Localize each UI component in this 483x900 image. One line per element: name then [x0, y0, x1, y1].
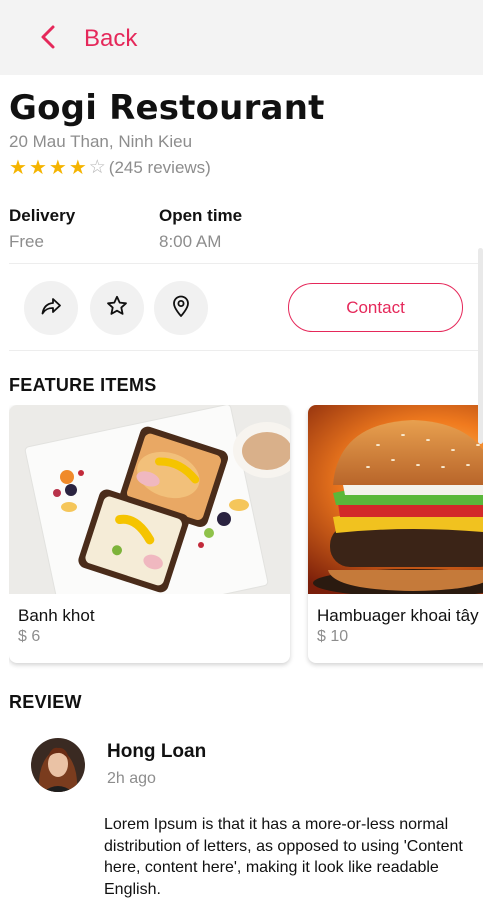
- delivery-label: Delivery: [9, 206, 76, 225]
- star-filled-icon: ★: [9, 157, 27, 179]
- star-filled-icon: ★: [68, 157, 87, 179]
- divider: [9, 350, 483, 351]
- feature-item-name: Hambuager khoai tây: [317, 606, 479, 625]
- avatar: [31, 738, 85, 792]
- feature-items-heading: FEATURE ITEMS: [9, 375, 157, 395]
- feature-item-price: $ 6: [18, 628, 41, 645]
- delivery-value: Free: [9, 232, 44, 251]
- divider: [9, 263, 483, 264]
- open-time-info: Open time 8:00 AM: [159, 206, 242, 252]
- top-bar: Back: [0, 0, 483, 75]
- review-text: Lorem Ipsum is that it has a more-or-les…: [104, 816, 463, 898]
- feature-item-name: Banh khot: [18, 606, 95, 625]
- banh-khot-image: [9, 405, 290, 594]
- restaurant-name: Gogi Restourant: [9, 88, 325, 128]
- back-label: Back: [84, 25, 138, 52]
- scrollbar[interactable]: [478, 248, 483, 444]
- star-filled-icon: ★: [28, 157, 47, 179]
- restaurant-address: 20 Mau Than, Ninh Kieu: [9, 132, 193, 151]
- star-empty-icon: ☆: [88, 157, 106, 178]
- feature-item-card[interactable]: Banh khot $ 6: [9, 405, 290, 663]
- star-filled-icon: ★: [48, 157, 67, 179]
- open-time-value: 8:00 AM: [159, 232, 222, 251]
- star-rating: ★ ★ ★ ★ ☆ (245 reviews): [9, 157, 211, 179]
- back-button[interactable]: Back: [36, 20, 137, 58]
- star-icon: [105, 294, 129, 323]
- review-time: 2h ago: [107, 770, 156, 787]
- hamburger-image: [308, 405, 483, 594]
- location-pin-icon: [169, 294, 193, 323]
- open-time-label: Open time: [159, 206, 243, 225]
- contact-button[interactable]: Contact: [288, 283, 463, 332]
- feature-items-carousel[interactable]: Banh khot $ 6 Hambuager khoai tây $ 10: [9, 405, 483, 670]
- review-heading: REVIEW: [9, 692, 82, 712]
- feature-item-card[interactable]: Hambuager khoai tây $ 10: [308, 405, 483, 663]
- review-count: (245 reviews): [108, 158, 211, 177]
- chevron-left-icon: [36, 24, 62, 55]
- delivery-info: Delivery Free: [9, 206, 75, 252]
- feature-item-price: $ 10: [317, 628, 349, 645]
- favorite-button[interactable]: [90, 281, 144, 335]
- share-button[interactable]: [24, 281, 78, 335]
- share-icon: [39, 294, 63, 323]
- reviewer-name: Hong Loan: [107, 741, 207, 762]
- location-button[interactable]: [154, 281, 208, 335]
